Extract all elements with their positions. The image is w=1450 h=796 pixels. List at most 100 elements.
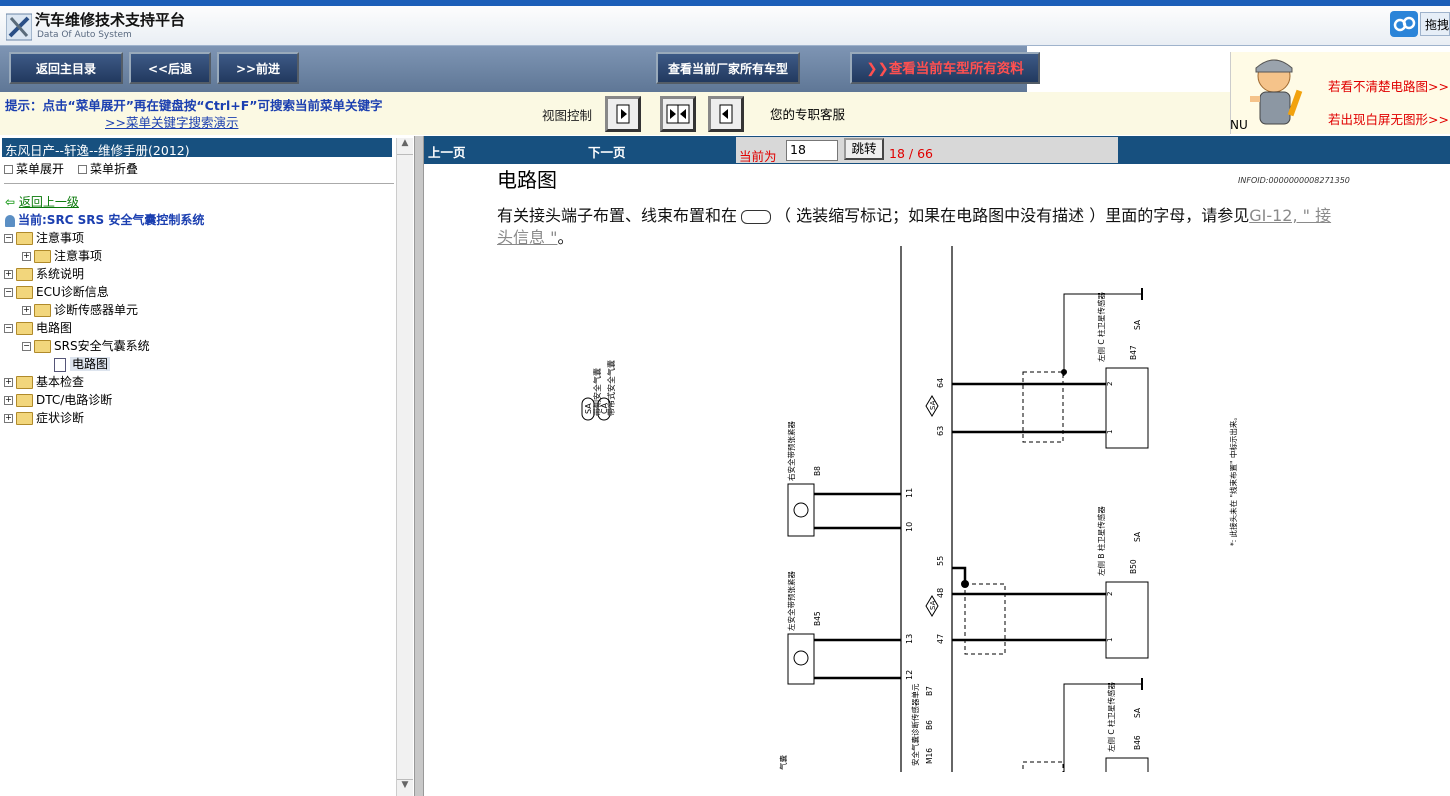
b45-name: 左安全带预张紧器 — [786, 571, 796, 631]
view-split-button[interactable] — [660, 96, 696, 132]
folder-icon — [16, 412, 33, 425]
double-chevron-icon: ❯❯ — [866, 61, 889, 77]
expand-icon: + — [4, 395, 13, 405]
b46-name: 左侧 C 柱卫星传感器 — [1106, 681, 1116, 752]
all-data-button[interactable]: ❯❯查看当前车型所有资料 — [850, 52, 1040, 84]
drag-tool-button[interactable]: 拖拽 — [1420, 12, 1450, 36]
tree-node-label: DTC/电路诊断 — [36, 393, 113, 407]
back-up-link[interactable]: ⇦ 返回上一级 — [5, 193, 79, 210]
menu-expand-toggle[interactable]: 菜单展开 — [4, 160, 64, 177]
pin-47: 47 — [936, 634, 945, 644]
tree-node-diagnosis-sensor-unit[interactable]: + 诊断传感器单元 — [22, 301, 138, 318]
back-button[interactable]: <<后退 — [129, 52, 211, 84]
tree-node-wiring-diagram-page[interactable]: 电路图 — [54, 355, 111, 372]
b46-sensor-box — [1105, 757, 1149, 772]
mechanic-mascot-icon — [1250, 59, 1303, 125]
app-header — [0, 6, 1450, 46]
pane-splitter[interactable] — [414, 136, 424, 796]
b45-squib-icon — [793, 650, 809, 666]
b50-sa-badge: SA — [1133, 531, 1142, 542]
pin-12: 12 — [905, 670, 914, 680]
ad-link-white-screen[interactable]: 若出现白屏无图形>> — [1328, 109, 1449, 128]
folder-icon — [34, 250, 51, 263]
tree-node-srs-airbag-system[interactable]: − SRS安全气囊系统 — [22, 337, 150, 354]
tree-divider — [4, 183, 394, 184]
para-text-2: （ 选装缩写标记；如果在电路图中没有描述 ）里面的字母，请参见 — [775, 206, 1250, 225]
wrench-logo-icon — [6, 13, 32, 41]
legend-ca-badge: CA — [600, 402, 609, 414]
sa-label-1: SA — [929, 400, 937, 410]
tree-node-label: 基本检查 — [36, 375, 85, 389]
scroll-up-icon[interactable]: ▲ — [397, 138, 413, 155]
para-text-end: 。 — [557, 228, 574, 247]
b46-shield-box — [1022, 761, 1064, 772]
ad-link-unclear-diagram[interactable]: 若看不清楚电路图>> — [1328, 76, 1449, 95]
all-models-button[interactable]: 查看当前厂家所有车型 — [656, 52, 800, 84]
option-mark-icon — [741, 209, 772, 224]
app-subtitle: Data Of Auto System — [37, 30, 132, 40]
tree-node-system-description[interactable]: + 系统说明 — [4, 265, 84, 282]
b8-name: 右安全带预张紧器 — [786, 421, 796, 481]
b50-pin-2: 2 — [1106, 592, 1114, 596]
expand-icon: + — [4, 269, 13, 279]
all-data-label: 查看当前车型所有资料 — [888, 61, 1024, 77]
view-right-pane-button[interactable] — [708, 96, 744, 132]
customer-service-text[interactable]: 您的专职客服 — [770, 104, 845, 123]
collapse-icon: − — [22, 341, 31, 351]
b50-connector-label: B50 — [1129, 559, 1138, 574]
splice-dot-55 — [961, 580, 969, 588]
b47-pin-1: 1 — [1106, 430, 1114, 434]
folder-icon — [16, 322, 33, 335]
current-page-label: 当前为 — [739, 149, 777, 164]
doc-paragraph: 有关接头端子布置、线束布置和在 （ 选装缩写标记；如果在电路图中没有描述 ）里面的… — [497, 205, 1347, 249]
manual-title: 东风日产--轩逸--维修手册(2012) — [2, 138, 392, 158]
collapse-icon: − — [4, 233, 13, 243]
ad-nu-text: NU — [1230, 118, 1248, 132]
tree-node-precautions[interactable]: − 注意事项 — [4, 229, 84, 246]
prev-page-link[interactable]: 上一页 — [428, 142, 466, 161]
tree-node-wiring-diagram[interactable]: − 电路图 — [4, 319, 72, 336]
pin-48: 48 — [936, 588, 945, 598]
b8-connector-label: B8 — [813, 466, 822, 476]
scroll-down-icon[interactable]: ▼ — [397, 779, 413, 796]
page-number-input[interactable]: 18 — [786, 140, 838, 161]
split-view-icon — [666, 104, 690, 124]
folder-icon — [34, 340, 51, 353]
jump-button[interactable]: 跳转 — [844, 138, 884, 160]
tree-node-label: 电路图 — [70, 357, 111, 371]
b47-connector-label: B47 — [1129, 345, 1138, 360]
b47-name: 左侧 C 柱卫星传感器 — [1096, 291, 1106, 362]
collapse-all-icon — [78, 165, 87, 174]
back-up-label: 返回上一级 — [18, 195, 79, 209]
tree-node-basic-inspection[interactable]: + 基本检查 — [4, 373, 84, 390]
tree-node-ecu-diagnosis[interactable]: − ECU诊断信息 — [4, 283, 109, 300]
b45-connector-label: B45 — [813, 611, 822, 626]
search-demo-link[interactable]: >>菜单关键字搜索演示 — [105, 112, 238, 131]
forward-button[interactable]: >>前进 — [217, 52, 299, 84]
tree-node-label: 诊断传感器单元 — [54, 303, 139, 317]
diag-unit-name: 安全气囊诊断传感器单元 — [910, 683, 920, 766]
current-node-label: 当前:SRC SRS 安全气囊控制系统 — [18, 213, 205, 227]
info-id: INFOID:0000000008271350 — [1238, 176, 1350, 185]
menu-collapse-toggle[interactable]: 菜单折叠 — [78, 160, 138, 177]
tree-node-symptom-diagnosis[interactable]: + 症状诊断 — [4, 409, 84, 426]
view-left-pane-button[interactable] — [605, 96, 641, 132]
home-button[interactable]: 返回主目录 — [9, 52, 123, 84]
folder-icon — [16, 232, 33, 245]
current-node: 当前:SRC SRS 安全气囊控制系统 — [5, 211, 204, 228]
tree-node-precautions-sub[interactable]: + 注意事项 — [22, 247, 102, 264]
expand-right-icon — [616, 104, 630, 124]
m16-connector-label: M16 — [925, 748, 934, 764]
menu-collapse-label: 菜单折叠 — [90, 162, 139, 176]
b8-squib-icon — [793, 502, 809, 518]
wiring-diagram: 带侧安全气囊 带帘式安全气囊 SA CA 64 63 2 1 SA 左侧 C 柱… — [581, 246, 1238, 772]
next-page-link[interactable]: 下一页 — [588, 142, 626, 161]
drag-tool-icon[interactable] — [1390, 11, 1418, 37]
tree-node-label: 注意事项 — [54, 249, 103, 263]
folder-icon — [16, 286, 33, 299]
tree-scrollbar[interactable]: ▲ ▼ — [396, 138, 413, 796]
expand-icon: + — [4, 413, 13, 423]
folder-icon — [16, 268, 33, 281]
expand-icon: + — [22, 305, 31, 315]
tree-node-dtc-circuit[interactable]: + DTC/电路诊断 — [4, 391, 112, 408]
